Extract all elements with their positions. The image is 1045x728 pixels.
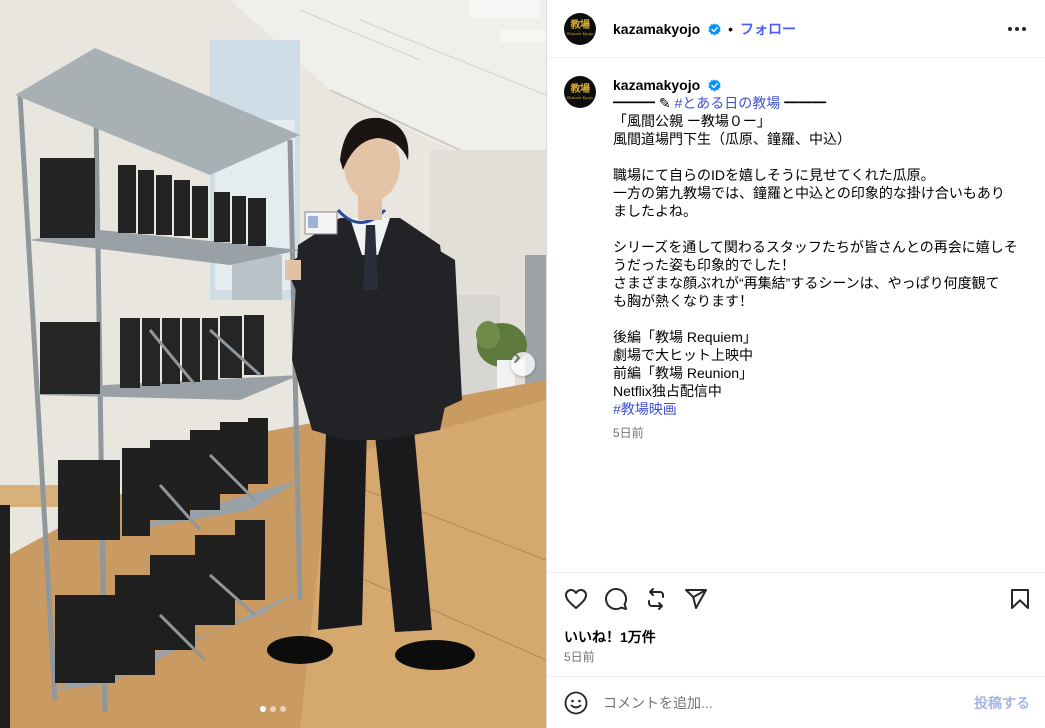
caption-line: ━━━ ✎ #とある日の教場 ━━━ xyxy=(613,94,1023,112)
comment-bar: 投稿する xyxy=(547,676,1045,728)
share-icon xyxy=(685,589,707,609)
save-button[interactable] xyxy=(1007,586,1033,612)
caption-line-text: 職場にて自らのIDを嬉しそうに見せてくれた瓜原。 xyxy=(613,167,935,183)
avatar[interactable]: 教場 Shinsei Kyojo xyxy=(564,12,596,45)
caption-line: 前編「教場 Reunion」 xyxy=(613,364,1023,382)
caption-line-text: 劇場で大ヒット上映中 xyxy=(613,347,753,363)
caption-line xyxy=(613,220,1023,238)
heart-icon xyxy=(565,589,587,609)
carousel-dot xyxy=(280,706,286,712)
caption-line-text: 一方の第九教場では、鐘羅と中込との印象的な掛け合いもあり xyxy=(613,185,1005,201)
comment-icon xyxy=(605,588,628,611)
caption-line: 「風間公親 ー教場０ー」 xyxy=(613,112,1023,130)
caption-line xyxy=(613,148,1023,166)
caption-line: 風間道場門下生（瓜原、鐘羅、中込） xyxy=(613,130,1023,148)
post-date: 5日前 xyxy=(564,650,595,664)
avatar-logo-text: 教場 xyxy=(570,83,591,95)
caption-username-line: kazamakyojo xyxy=(613,76,1023,94)
caption-line: さまざまな顔ぶれが“再集結”するシーンは、やっぱり何度観て xyxy=(613,274,1023,292)
post-comment-button[interactable]: 投稿する xyxy=(974,693,1030,713)
repost-icon xyxy=(648,588,664,610)
like-count[interactable]: いいね！1万件 xyxy=(564,627,656,647)
caption-line-text: 風間道場門下生（瓜原、鐘羅、中込） xyxy=(613,131,851,147)
like-button[interactable] xyxy=(563,586,589,612)
bookmark-icon xyxy=(1011,589,1029,609)
caption-line: #教場映画 xyxy=(613,400,1023,418)
caption-line-text: ましたよね。 xyxy=(613,203,697,219)
repost-button[interactable] xyxy=(643,586,669,612)
caption-line: Netflix独占配信中 xyxy=(613,382,1023,400)
caption-line: 劇場で大ヒット上映中 xyxy=(613,346,1023,364)
emoji-icon[interactable] xyxy=(564,691,588,715)
caption-line: も胸が熱くなります！ xyxy=(613,292,1023,310)
caption-timestamp: 5日前 xyxy=(613,426,644,440)
hashtag-link[interactable]: #とある日の教場 xyxy=(675,95,781,111)
follow-button[interactable]: フォロー xyxy=(740,19,796,39)
caption-line-text: シリーズを通して関わるスタッフたちが皆さんとの再会に嬉しそ xyxy=(613,239,1018,255)
verified-badge-icon xyxy=(708,79,721,92)
more-icon xyxy=(1008,26,1026,31)
caption-line-text: ━━━ xyxy=(780,95,827,111)
caption-line: 職場にて自らのIDを嬉しそうに見せてくれた瓜原。 xyxy=(613,166,1023,184)
caption-line-text: 前編「教場 Reunion」 xyxy=(613,365,754,381)
caption-line: シリーズを通して関わるスタッフたちが皆さんとの再会に嬉しそ xyxy=(613,238,1023,256)
caption-line-text: も胸が熱くなります！ xyxy=(613,293,753,309)
caption-avatar[interactable]: 教場 Shinsei Kyojo xyxy=(564,76,596,108)
divider xyxy=(547,572,1045,573)
avatar-logo-subtext: Shinsei Kyojo xyxy=(566,31,594,36)
caption-body: kazamakyojo ━━━ ✎ #とある日の教場 ━━━ 「風間公親 ー教場０… xyxy=(613,76,1023,440)
caption-line-text: 後編「教場 Requiem」 xyxy=(613,329,757,345)
carousel-dot xyxy=(260,706,266,712)
caption-comment: 教場 Shinsei Kyojo kazamakyojo ━━━ ✎ #とある日… xyxy=(564,76,1034,440)
caption-username[interactable]: kazamakyojo xyxy=(613,77,700,93)
photo-illustration xyxy=(0,0,546,728)
caption-line-text: うだった姿も印象的でした！ xyxy=(613,257,795,273)
post-photo[interactable] xyxy=(0,0,546,728)
comment-input[interactable] xyxy=(603,694,974,711)
chevron-right-icon xyxy=(514,353,520,363)
hashtag-link[interactable]: #教場映画 xyxy=(613,401,677,417)
verified-badge-icon xyxy=(708,22,721,36)
caption-line-text: ━━━ ✎ xyxy=(613,95,675,111)
more-options-button[interactable] xyxy=(1005,17,1029,41)
caption-line: うだった姿も印象的でした！ xyxy=(613,256,1023,274)
avatar-logo-text: 教場 xyxy=(570,20,591,31)
caption-line-text: Netflix独占配信中 xyxy=(613,383,722,399)
post-detail-panel: 教場 Shinsei Kyojo kazamakyojo • フォロー 教場 S… xyxy=(546,0,1045,728)
post-header: 教場 Shinsei Kyojo kazamakyojo • フォロー xyxy=(547,0,1045,58)
caption-line: 一方の第九教場では、鐘羅と中込との印象的な掛け合いもあり xyxy=(613,184,1023,202)
action-bar xyxy=(563,586,1033,612)
carousel-indicator xyxy=(0,706,546,712)
caption-line: 後編「教場 Requiem」 xyxy=(613,328,1023,346)
share-button[interactable] xyxy=(683,586,709,612)
caption-line: ましたよね。 xyxy=(613,202,1023,220)
comment-button[interactable] xyxy=(603,586,629,612)
next-slide-button[interactable] xyxy=(511,352,535,376)
username-link[interactable]: kazamakyojo xyxy=(613,21,721,37)
carousel-dot xyxy=(270,706,276,712)
separator-dot: • xyxy=(728,20,733,37)
avatar-logo-subtext: Shinsei Kyojo xyxy=(566,94,594,100)
caption-text: ━━━ ✎ #とある日の教場 ━━━ 「風間公親 ー教場０ー」 風間道場門下生（瓜原… xyxy=(613,94,1023,418)
caption-line-text: さまざまな顔ぶれが“再集結”するシーンは、やっぱり何度観て xyxy=(613,275,1000,291)
username: kazamakyojo xyxy=(613,20,701,37)
caption-line-text: 「風間公親 ー教場０ー」 xyxy=(613,113,771,129)
caption-line xyxy=(613,310,1023,328)
